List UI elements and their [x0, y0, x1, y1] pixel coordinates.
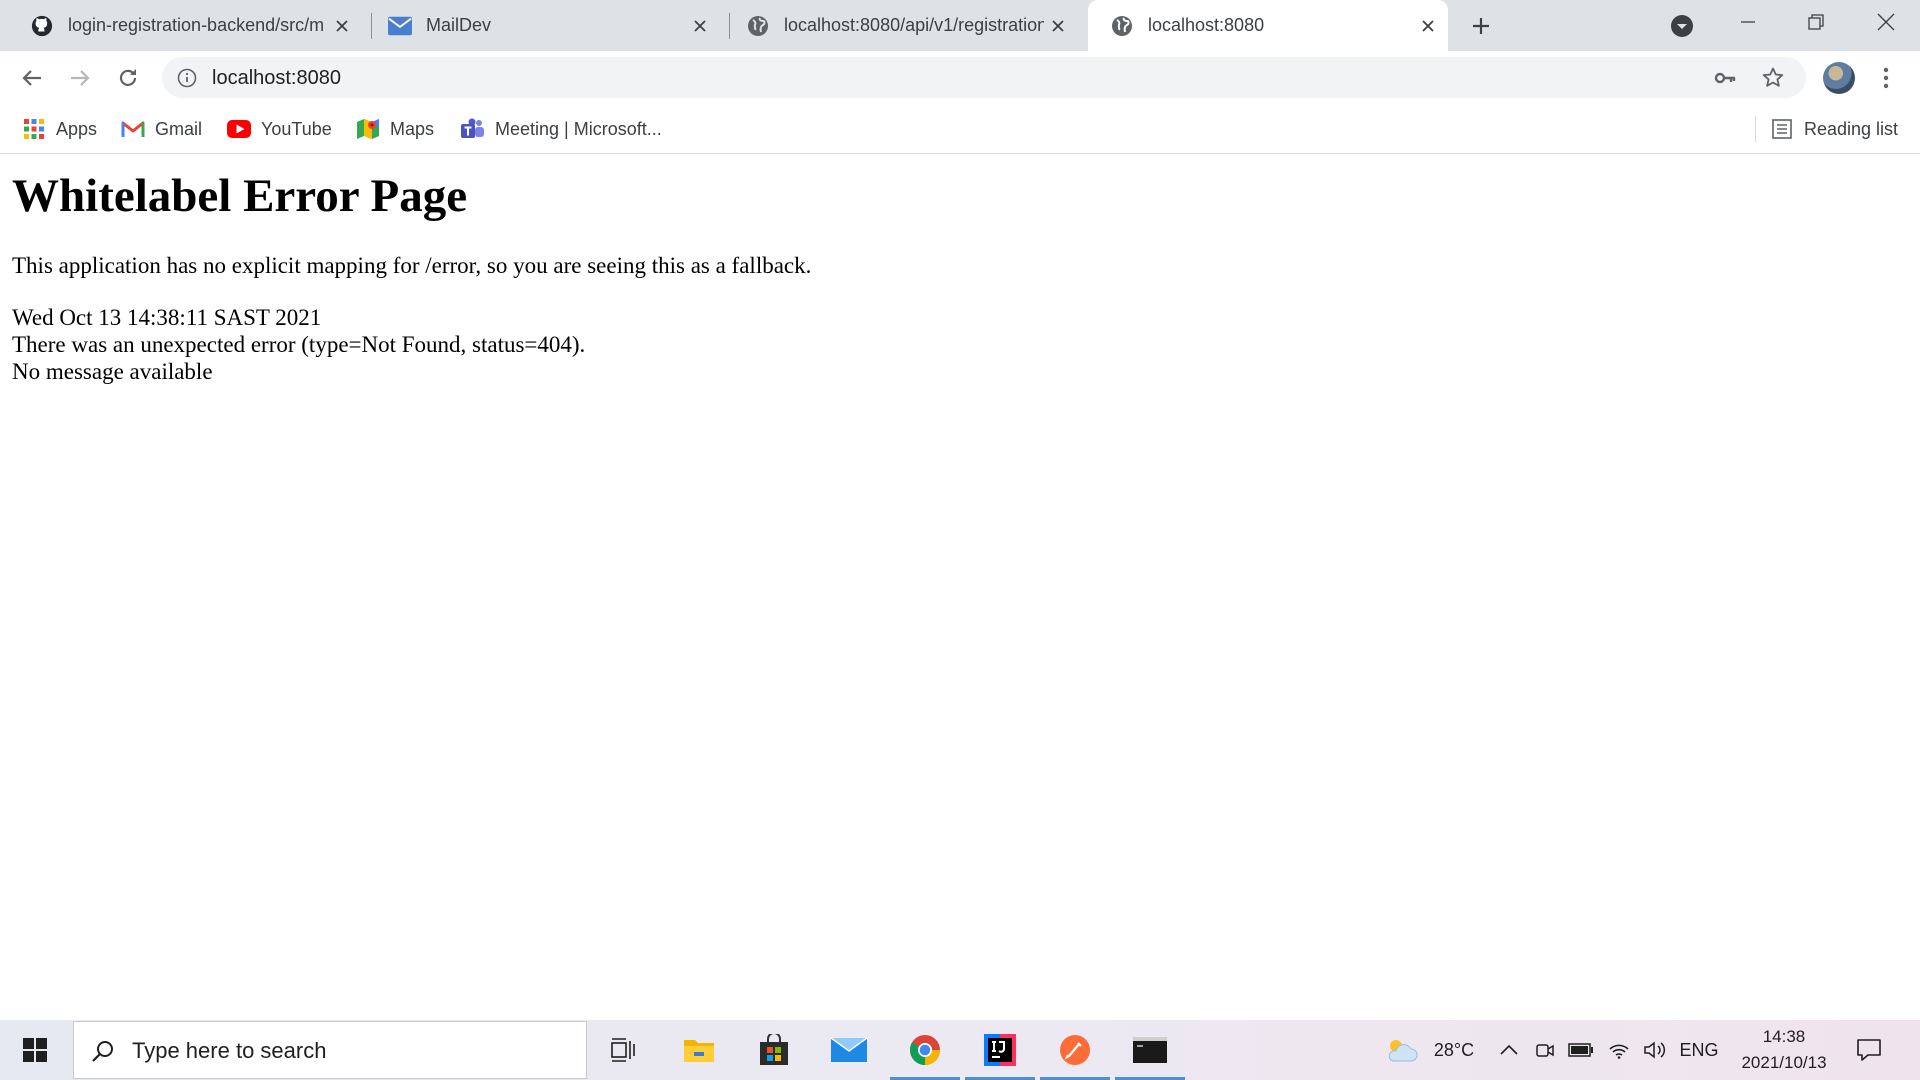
- tab-registration[interactable]: localhost:8080/api/v1/registration: [724, 0, 1078, 51]
- mail-icon: [388, 14, 412, 38]
- language-indicator[interactable]: ENG: [1676, 1020, 1722, 1080]
- key-icon[interactable]: [1712, 65, 1738, 91]
- chevron-up-icon[interactable]: [1494, 1020, 1524, 1080]
- weather-icon[interactable]: [1380, 1020, 1422, 1080]
- url-text[interactable]: localhost:8080: [212, 67, 341, 90]
- bookmark-apps[interactable]: Apps: [22, 115, 97, 143]
- volume-icon[interactable]: [1640, 1020, 1670, 1080]
- clock-date: 2021/10/13: [1741, 1053, 1827, 1072]
- close-icon[interactable]: [1044, 12, 1072, 40]
- back-button[interactable]: [14, 60, 50, 96]
- search-placeholder: Type here to search: [132, 1038, 327, 1063]
- bookmark-label: Maps: [390, 118, 435, 139]
- windows-logo-icon: [23, 1038, 47, 1062]
- battery-icon[interactable]: [1566, 1020, 1596, 1080]
- profile-avatar[interactable]: [1823, 62, 1855, 94]
- reload-button[interactable]: [110, 60, 146, 96]
- restore-button[interactable]: [1782, 0, 1850, 44]
- reading-list-label: Reading list: [1804, 118, 1899, 139]
- intellij-icon[interactable]: [963, 1020, 1037, 1080]
- reading-list-icon: [1770, 117, 1794, 141]
- bookmark-youtube[interactable]: YouTube: [227, 115, 332, 143]
- wifi-icon[interactable]: [1604, 1020, 1634, 1080]
- apps-grid-icon: [22, 117, 46, 141]
- new-tab-button[interactable]: [1466, 11, 1496, 41]
- store-icon[interactable]: [737, 1020, 811, 1080]
- search-icon: [90, 1038, 116, 1064]
- bookmark-label: YouTube: [261, 118, 332, 139]
- info-icon[interactable]: [176, 67, 198, 89]
- address-bar[interactable]: localhost:8080: [162, 57, 1806, 98]
- close-window-button[interactable]: [1852, 0, 1920, 44]
- tab-strip: login-registration-backend/src/m MailDev…: [0, 0, 1920, 51]
- terminal-icon[interactable]: [1113, 1020, 1187, 1080]
- error-details: Wed Oct 13 14:38:11 SAST 2021 There was …: [12, 304, 585, 385]
- postman-icon[interactable]: [1038, 1020, 1112, 1080]
- github-icon: [30, 14, 54, 38]
- gmail-icon: [121, 117, 145, 141]
- bookmark-star-icon[interactable]: [1760, 65, 1786, 91]
- minimize-button[interactable]: [1714, 0, 1782, 44]
- tab-title: login-registration-backend/src/m: [68, 15, 325, 35]
- bookmarks-bar: Apps Gmail YouTube Maps Meeting | Micros…: [0, 104, 1920, 154]
- tab-search-button[interactable]: [1668, 12, 1696, 40]
- reading-list-button[interactable]: Reading list: [1770, 115, 1898, 143]
- globe-icon: [746, 14, 770, 38]
- browser-toolbar: localhost:8080: [0, 51, 1920, 104]
- bookmark-label: Meeting | Microsoft...: [495, 118, 662, 139]
- page-content: Whitelabel Error Page This application h…: [0, 155, 1920, 1020]
- close-icon[interactable]: [328, 12, 356, 40]
- clock-time: 14:38: [1762, 1027, 1806, 1046]
- tab-title: MailDev: [426, 15, 492, 35]
- bookmark-teams-meeting[interactable]: Meeting | Microsoft...: [461, 115, 662, 143]
- weather-temperature[interactable]: 28°C: [1424, 1020, 1484, 1080]
- globe-icon: [1110, 14, 1134, 38]
- mail-app-icon[interactable]: [812, 1020, 886, 1080]
- more-menu-icon[interactable]: [1872, 61, 1900, 95]
- error-message: No message available: [12, 359, 213, 384]
- bookmark-label: Apps: [56, 118, 98, 139]
- forward-button[interactable]: [62, 60, 98, 96]
- error-description: This application has no explicit mapping…: [12, 253, 812, 278]
- bookmark-maps[interactable]: Maps: [356, 115, 434, 143]
- tab-localhost-active[interactable]: localhost:8080: [1088, 0, 1448, 51]
- meet-now-icon[interactable]: [1530, 1020, 1560, 1080]
- system-clock[interactable]: 14:38 2021/10/13: [1724, 1024, 1844, 1076]
- maps-icon: [356, 117, 380, 141]
- close-icon[interactable]: [1414, 12, 1442, 40]
- bookmarks-divider: [1755, 116, 1756, 142]
- youtube-icon: [227, 117, 251, 141]
- taskbar-search-input[interactable]: Type here to search: [73, 1021, 587, 1079]
- tab-github[interactable]: login-registration-backend/src/m: [8, 0, 362, 51]
- taskbar: Type here to search 28°C ENG 14:38 2021/…: [0, 1020, 1920, 1080]
- task-view-icon[interactable]: [587, 1020, 661, 1080]
- page-title: Whitelabel Error Page: [12, 170, 468, 222]
- tab-title: localhost:8080/api/v1/registration: [784, 15, 1044, 35]
- close-icon[interactable]: [686, 12, 714, 40]
- file-explorer-icon[interactable]: [662, 1020, 736, 1080]
- notification-center-icon[interactable]: [1852, 1034, 1886, 1066]
- error-timestamp: Wed Oct 13 14:38:11 SAST 2021: [12, 305, 322, 330]
- tab-maildev[interactable]: MailDev: [366, 0, 720, 51]
- chrome-icon[interactable]: [888, 1020, 962, 1080]
- teams-icon: [461, 117, 485, 141]
- error-status: There was an unexpected error (type=Not …: [12, 332, 586, 357]
- bookmark-gmail[interactable]: Gmail: [121, 115, 202, 143]
- bookmark-label: Gmail: [155, 118, 203, 139]
- windows-start-button[interactable]: [10, 1026, 60, 1074]
- tab-title: localhost:8080: [1148, 15, 1265, 35]
